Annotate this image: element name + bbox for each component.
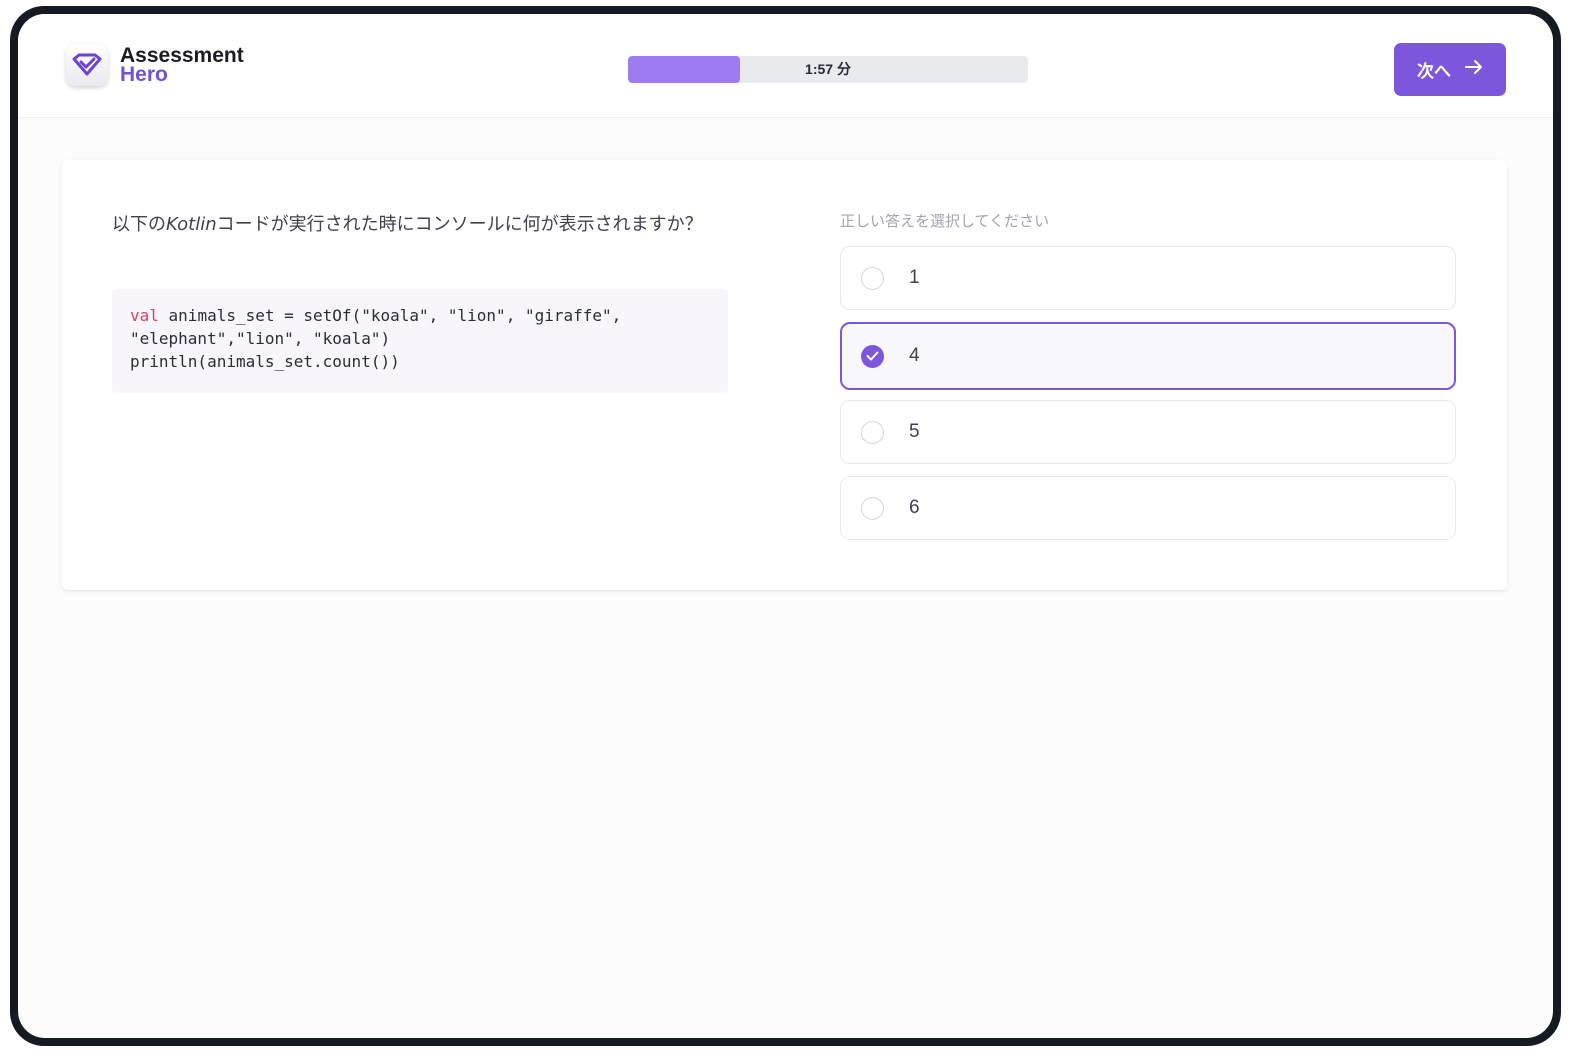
radio-unchecked-icon[interactable] (861, 496, 884, 520)
answer-option-6[interactable]: 6 (840, 476, 1456, 540)
answer-option-5[interactable]: 5 (840, 400, 1456, 464)
app-screen: Assessment Hero 1:57 分 次へ 以下のKotlinコードが実… (18, 14, 1553, 1038)
code-keyword: val (130, 306, 159, 325)
answer-option-label: 5 (909, 421, 920, 442)
diamond-check-icon (66, 44, 108, 86)
timer-progress-bar: 1:57 分 (628, 56, 1028, 83)
logo-text: Assessment Hero (120, 45, 244, 86)
answer-option-1[interactable]: 1 (840, 246, 1456, 310)
radio-checked-icon[interactable] (861, 344, 884, 368)
next-button-label: 次へ (1417, 62, 1451, 82)
code-line-3: println(animals_set.count()) (130, 352, 400, 371)
arrow-right-icon (1465, 59, 1483, 80)
question-text-start: 以下の (112, 214, 166, 235)
question-card: 以下のKotlinコードが実行された時にコンソールに何が表示されますか？ val… (62, 160, 1507, 590)
answer-option-label: 1 (909, 267, 920, 288)
next-button[interactable]: 次へ (1394, 43, 1506, 96)
code-line-1: val animals_set = setOf("koala", "lion",… (130, 304, 710, 327)
code-line-1-rest: animals_set = setOf("koala", "lion", "gi… (158, 306, 622, 325)
question-text-end: コードが実行された時にコンソールに何が表示されますか？ (216, 214, 703, 235)
top-header: Assessment Hero 1:57 分 次へ (18, 14, 1553, 118)
radio-unchecked-icon[interactable] (861, 266, 884, 290)
code-block: val animals_set = setOf("koala", "lion",… (112, 289, 728, 393)
question-text: 以下のKotlinコードが実行された時にコンソールに何が表示されますか？ (112, 210, 742, 239)
logo-subtitle: Hero (120, 63, 168, 86)
answer-option-label: 4 (909, 345, 920, 366)
answer-option-label: 6 (909, 497, 920, 518)
code-line-2: "elephant","lion", "koala") (130, 329, 391, 348)
app-logo: Assessment Hero (66, 44, 244, 86)
answer-prompt: 正しい答えを選択してください (840, 212, 1050, 230)
timer-text: 1:57 分 (805, 61, 851, 77)
question-language: Kotlin (166, 214, 217, 235)
device-frame: Assessment Hero 1:57 分 次へ 以下のKotlinコードが実… (10, 6, 1561, 1046)
radio-unchecked-icon[interactable] (861, 420, 884, 444)
answer-option-4[interactable]: 4 (840, 322, 1456, 390)
